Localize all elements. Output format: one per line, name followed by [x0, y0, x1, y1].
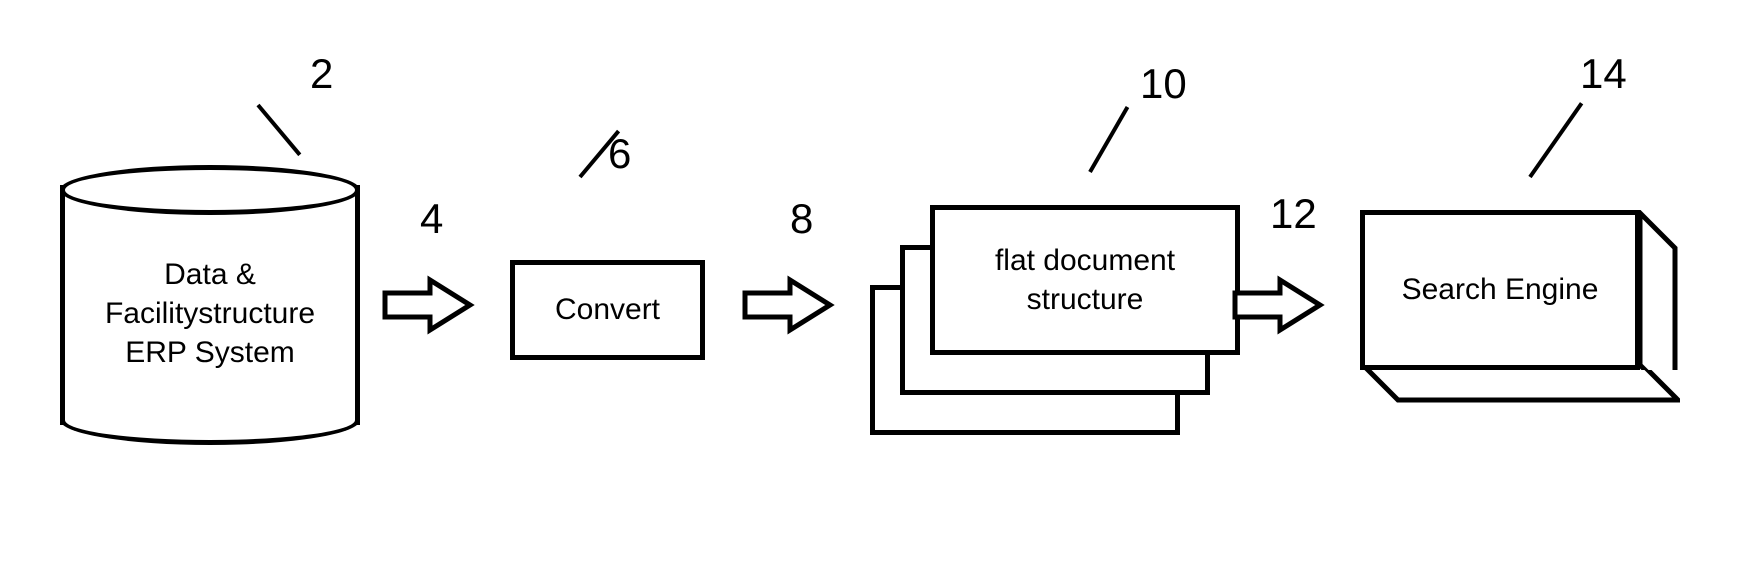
- ref-label-2: 2: [310, 50, 333, 98]
- arrow-icon-1: [380, 275, 480, 335]
- ref-label-4: 4: [420, 195, 443, 243]
- ref-label-12: 12: [1270, 190, 1317, 238]
- leader-line-2: [256, 104, 301, 156]
- ref-label-14: 14: [1580, 50, 1627, 98]
- leader-line-10: [1088, 106, 1129, 173]
- erp-line1: Data &: [164, 258, 256, 291]
- arrow-icon-2: [740, 275, 840, 335]
- cylinder-top: [60, 165, 360, 215]
- ref-label-8: 8: [790, 195, 813, 243]
- ref-label-10: 10: [1140, 60, 1187, 108]
- convert-label: Convert: [555, 293, 660, 327]
- erp-line3: ERP System: [125, 336, 295, 369]
- erp-cylinder: Data & Facilitystructure ERP System: [60, 165, 360, 445]
- flow-diagram: Data & Facilitystructure ERP System 2 4 …: [0, 0, 1754, 563]
- search-label: Search Engine: [1402, 273, 1599, 307]
- leader-line-14: [1528, 102, 1583, 178]
- erp-line2: Facilitystructure: [105, 297, 315, 330]
- box-3d-bottom: [1360, 365, 1680, 405]
- doc-layer-front: flat document structure: [930, 205, 1240, 355]
- convert-box: Convert: [510, 260, 705, 360]
- cylinder-bottom: [60, 395, 360, 445]
- flatdoc-line2: structure: [1027, 283, 1144, 316]
- arrow-icon-3: [1230, 275, 1330, 335]
- erp-text: Data & Facilitystructure ERP System: [60, 255, 360, 372]
- box-3d-front: Search Engine: [1360, 210, 1640, 370]
- ref-label-6: 6: [608, 130, 631, 178]
- flatdoc-line1: flat document: [995, 244, 1175, 277]
- box-3d-side: [1640, 210, 1680, 370]
